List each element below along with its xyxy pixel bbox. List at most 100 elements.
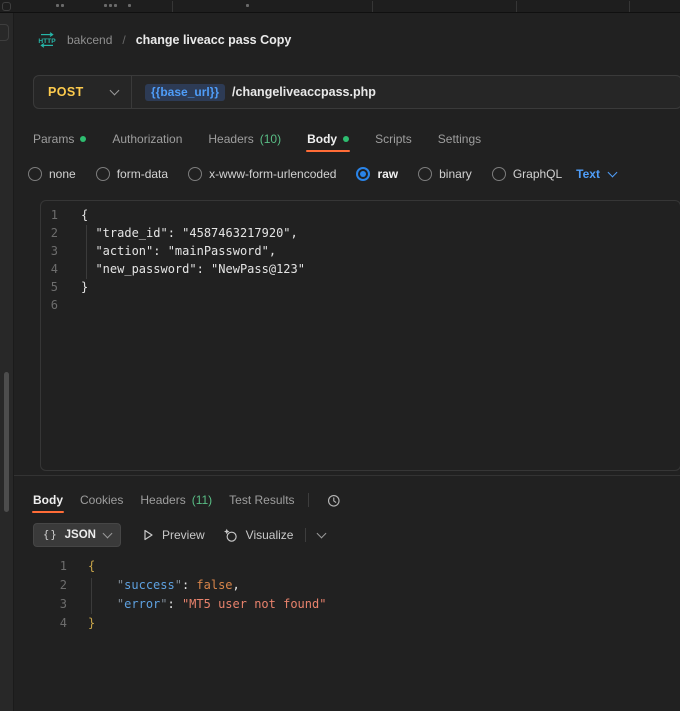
body-mode-label: raw xyxy=(377,167,398,181)
clock-history-icon xyxy=(326,493,341,508)
line-number: 6 xyxy=(41,296,58,314)
code-token: { xyxy=(88,559,95,573)
radio-icon xyxy=(492,167,506,181)
request-title[interactable]: change liveacc pass Copy xyxy=(136,33,292,47)
tab-icon-dot xyxy=(109,4,112,7)
url-input[interactable]: {{base_url}} /changeliveaccpass.php xyxy=(132,76,680,108)
radio-icon xyxy=(96,167,110,181)
line-number: 2 xyxy=(0,576,67,595)
tab-label: Params xyxy=(33,132,74,146)
code-token: "MT5 user not found" xyxy=(182,597,327,611)
response-tabs: Body Cookies Headers(11) Test Results xyxy=(33,490,341,510)
code-token: " xyxy=(175,578,182,592)
request-url-bar: POST {{base_url}} /changeliveaccpass.php xyxy=(33,75,680,109)
more-formats-chevron[interactable] xyxy=(317,529,327,539)
line-number: 5 xyxy=(41,278,58,296)
body-mode-x-www-form-urlencoded[interactable]: x-www-form-urlencoded xyxy=(188,167,336,181)
request-tab-headers[interactable]: Headers(10) xyxy=(208,128,281,150)
code-line: 1{ xyxy=(0,557,680,576)
active-tab-underline xyxy=(32,511,64,513)
indent-guide xyxy=(91,578,92,614)
response-toolbar: {} JSON Preview Visualize xyxy=(33,523,325,547)
body-mode-none[interactable]: none xyxy=(28,167,76,181)
body-mode-raw[interactable]: raw xyxy=(356,167,398,181)
breadcrumb: HTTP bakcend / change liveacc pass Copy xyxy=(37,30,291,50)
line-number: 4 xyxy=(0,614,67,633)
radio-icon xyxy=(28,167,42,181)
visualize-button[interactable]: Visualize xyxy=(223,528,294,543)
body-mode-binary[interactable]: binary xyxy=(418,167,472,181)
sidebar-cut-button[interactable] xyxy=(0,24,9,41)
tab-label: Scripts xyxy=(375,132,412,146)
response-tab-cookies[interactable]: Cookies xyxy=(80,490,123,510)
code-text: "error": "MT5 user not found" xyxy=(88,595,326,614)
line-number: 1 xyxy=(0,557,67,576)
tab-label: Authorization xyxy=(112,132,182,146)
code-token: "new_password": "NewPass@123" xyxy=(81,262,305,276)
tab-icon-dot xyxy=(56,4,59,7)
line-number: 1 xyxy=(41,206,58,224)
body-mode-options: none form-data x-www-form-urlencoded raw bin… xyxy=(28,167,562,181)
chevron-down-icon xyxy=(608,168,618,178)
http-request-icon: HTTP xyxy=(37,32,57,48)
url-path: /changeliveaccpass.php xyxy=(232,85,376,99)
tab-separator xyxy=(629,1,630,12)
chevron-down-icon xyxy=(110,86,120,96)
tab-separator xyxy=(372,1,373,12)
response-tab-body[interactable]: Body xyxy=(33,490,63,510)
url-variable-chip[interactable]: {{base_url}} xyxy=(145,84,225,101)
request-tab-settings[interactable]: Settings xyxy=(438,128,481,150)
body-mode-label: GraphQL xyxy=(513,167,562,181)
raw-language-selector[interactable]: Text xyxy=(576,167,616,181)
body-mode-form-data[interactable]: form-data xyxy=(96,167,168,181)
request-tab-params[interactable]: Params xyxy=(33,128,86,150)
preview-button[interactable]: Preview xyxy=(142,528,205,542)
green-status-dot xyxy=(80,136,86,142)
tab-label: Settings xyxy=(438,132,481,146)
tab-label: Headers xyxy=(140,493,185,507)
radio-icon xyxy=(188,167,202,181)
method-selector[interactable]: POST xyxy=(34,76,131,108)
response-tab-headers[interactable]: Headers(11) xyxy=(140,490,212,510)
code-token: { xyxy=(81,208,88,222)
code-line: 3 "action": "mainPassword", xyxy=(41,242,680,260)
code-token: "trade_id": "4587463217920", xyxy=(81,226,298,240)
code-line: 3 "error": "MT5 user not found" xyxy=(0,595,680,614)
request-tab-scripts[interactable]: Scripts xyxy=(375,128,412,150)
cut-off-tab-icon xyxy=(2,2,11,11)
tab-icon-dot xyxy=(104,4,107,7)
svg-text:HTTP: HTTP xyxy=(38,38,56,45)
line-number: 4 xyxy=(41,260,58,278)
response-format-button[interactable]: {} JSON xyxy=(33,523,121,547)
response-tab-test-results[interactable]: Test Results xyxy=(229,490,294,510)
app-tab-strip xyxy=(0,0,680,13)
body-mode-label: binary xyxy=(439,167,472,181)
response-body-viewer[interactable]: 1{2 "success": false,3 "error": "MT5 use… xyxy=(0,557,680,633)
indent-guide xyxy=(86,225,87,279)
code-line: 4 "new_password": "NewPass@123" xyxy=(41,260,680,278)
line-number: 2 xyxy=(41,224,58,242)
code-token xyxy=(88,597,117,611)
body-mode-graphql[interactable]: GraphQL xyxy=(492,167,562,181)
response-format-label: JSON xyxy=(65,529,96,541)
tabs-divider xyxy=(308,493,309,507)
request-body-editor[interactable]: 1 {2 "trade_id": "4587463217920", 3 "actio… xyxy=(40,200,680,471)
tab-icon-dot xyxy=(61,4,64,7)
breadcrumb-collection[interactable]: bakcend xyxy=(67,33,112,47)
chevron-down-icon xyxy=(103,529,113,539)
request-tab-authorization[interactable]: Authorization xyxy=(112,128,182,150)
body-mode-label: none xyxy=(49,167,76,181)
tab-label: Test Results xyxy=(229,493,294,507)
visualize-label: Visualize xyxy=(246,528,294,542)
code-line: 6 xyxy=(41,296,680,314)
sidebar-scrollbar-thumb[interactable] xyxy=(4,372,9,512)
code-token: : xyxy=(168,597,182,611)
postman-app-window: { "breadcrumb": { "protocol": "HTTP", "c… xyxy=(0,0,680,711)
response-section-divider xyxy=(14,475,680,476)
code-token: success xyxy=(124,578,175,592)
tab-icon-dot xyxy=(246,4,249,7)
request-history-button[interactable] xyxy=(326,493,341,508)
request-tab-body[interactable]: Body xyxy=(307,128,349,150)
method-label: POST xyxy=(48,85,84,99)
tab-separator xyxy=(516,1,517,12)
